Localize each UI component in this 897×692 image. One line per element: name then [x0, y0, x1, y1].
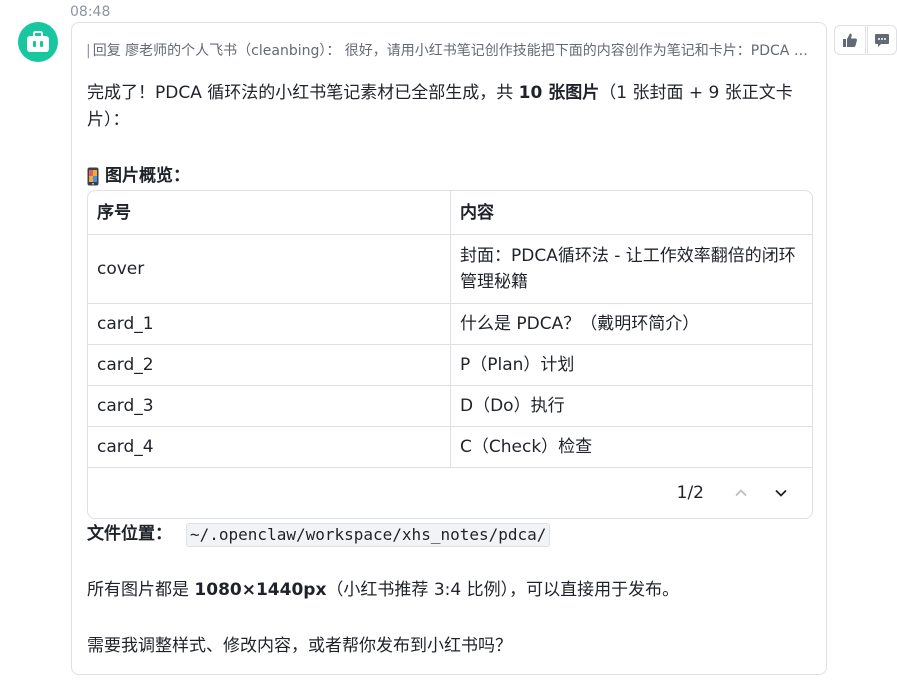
- chevron-down-icon: [775, 489, 787, 497]
- column-header-index: 序号: [88, 191, 451, 235]
- chevron-up-icon: [735, 489, 747, 497]
- bot-avatar[interactable]: [18, 22, 58, 62]
- intro-count: 10 张图片: [518, 83, 600, 103]
- previous-page-button[interactable]: [724, 478, 758, 508]
- table-cell-content: 封面：PDCA循环法 - 让工作效率翻倍的闭环管理秘籍: [450, 234, 812, 304]
- page-indicator: 1/2: [676, 483, 704, 503]
- followup-question: 需要我调整样式、修改内容，或者帮你发布到小红书吗？: [87, 636, 512, 656]
- table-cell-content: P（Plan）计划: [450, 344, 812, 386]
- mobile-phone-icon: [87, 167, 99, 186]
- intro-paragraph: 完成了！PDCA 循环法的小红书笔记素材已全部生成，共 10 张图片（1 张封面…: [87, 80, 807, 134]
- table-row: card_3 D（Do）执行: [88, 385, 812, 427]
- section-title-text: 图片概览：: [105, 166, 190, 186]
- briefcase-icon: [27, 31, 49, 52]
- file-location-label: 文件位置：: [87, 524, 172, 544]
- comment-icon: [875, 34, 889, 47]
- table-cell-content: D（Do）执行: [450, 385, 812, 427]
- image-size: 1080×1440px: [194, 580, 327, 600]
- comment-button[interactable]: [867, 25, 897, 55]
- table-cell-content: 什么是 PDCA？（戴明环简介）: [450, 303, 812, 345]
- like-button[interactable]: [834, 25, 866, 55]
- thumbs-up-icon: [843, 33, 857, 47]
- intro-text: 完成了！PDCA 循环法的小红书笔记素材已全部生成，共: [87, 83, 519, 103]
- message-bubble: | 回复 廖老师的个人飞书（cleanbing）： 很好，请用小红书笔记创作技能把…: [71, 22, 827, 675]
- message-timestamp: 08:48: [70, 4, 111, 20]
- column-header-content: 内容: [450, 191, 812, 235]
- size-text: 所有图片都是: [87, 580, 195, 600]
- image-size-paragraph: 所有图片都是 1080×1440px（小红书推荐 3:4 比例），可以直接用于发…: [87, 577, 679, 604]
- reply-quote[interactable]: | 回复 廖老师的个人飞书（cleanbing）： 很好，请用小红书笔记创作技能把…: [86, 40, 816, 60]
- table-cell-index: card_2: [88, 344, 451, 386]
- table-cell-index: cover: [88, 234, 451, 304]
- section-title: 图片概览：: [87, 163, 190, 190]
- message-actions: [834, 25, 897, 55]
- table-cell-index: card_1: [88, 303, 451, 345]
- table-row: card_1 什么是 PDCA？（戴明环简介）: [88, 303, 812, 345]
- table-header-row: 序号 内容: [88, 191, 812, 235]
- next-page-button[interactable]: [764, 478, 798, 508]
- table-cell-index: card_4: [88, 426, 451, 468]
- table-row: card_4 C（Check）检查: [88, 426, 812, 468]
- size-text-end: （小红书推荐 3:4 比例），可以直接用于发布。: [326, 580, 680, 600]
- file-location: 文件位置： ~/.openclaw/workspace/xhs_notes/pd…: [87, 521, 551, 548]
- table-row: cover 封面：PDCA循环法 - 让工作效率翻倍的闭环管理秘籍: [88, 234, 812, 304]
- image-overview-table: 序号 内容 cover 封面：PDCA循环法 - 让工作效率翻倍的闭环管理秘籍 …: [87, 190, 813, 519]
- table-cell-index: card_3: [88, 385, 451, 427]
- table-cell-content: C（Check）检查: [450, 426, 812, 468]
- file-path[interactable]: ~/.openclaw/workspace/xhs_notes/pdca/: [186, 522, 551, 547]
- reply-quote-bar: |: [86, 43, 91, 59]
- table-row: card_2 P（Plan）计划: [88, 344, 812, 386]
- reply-quote-text: 回复 廖老师的个人飞书（cleanbing）： 很好，请用小红书笔记创作技能把下…: [92, 43, 816, 59]
- table-pagination: 1/2: [88, 468, 812, 518]
